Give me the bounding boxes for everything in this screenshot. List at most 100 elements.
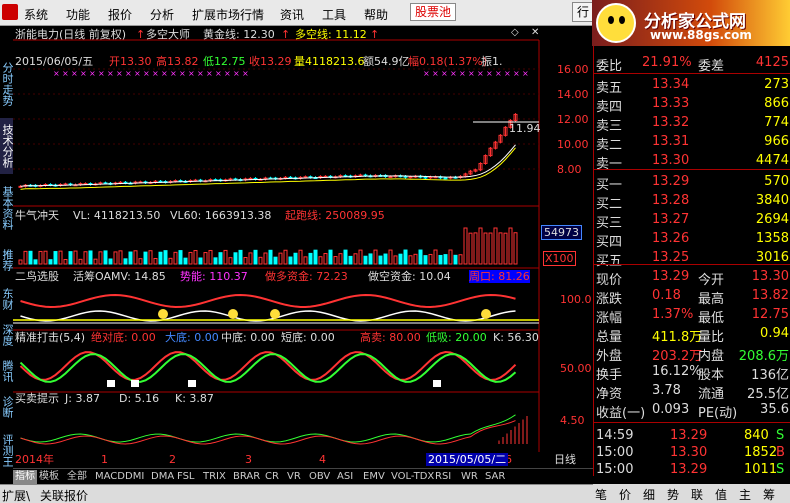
volume-bar xyxy=(118,250,123,265)
stat-label: 流通 xyxy=(698,387,725,402)
close-icon[interactable]: ✕ xyxy=(531,26,539,39)
indicator-tab-cr[interactable]: CR xyxy=(263,470,281,484)
volume-bar xyxy=(328,249,333,265)
menu-tools[interactable]: 工具 xyxy=(322,6,346,23)
tab-review[interactable]: 评测王 xyxy=(0,428,14,472)
diamond-icon[interactable]: ◇ xyxy=(511,26,519,39)
order-ratio-row[interactable]: 委比 21.91% 委差 4125 xyxy=(594,54,790,74)
ask-row[interactable]: 卖二 13.31 966 xyxy=(594,133,790,153)
tab-fundamentals[interactable]: 基本资料 xyxy=(0,180,14,236)
panel-tab-0[interactable]: 笔 xyxy=(595,486,607,503)
panel-divider xyxy=(594,169,790,170)
menu-analysis[interactable]: 分析 xyxy=(150,6,174,23)
menu-system[interactable]: 系统 xyxy=(24,6,48,23)
indicator-tab-模板[interactable]: 模板 xyxy=(37,470,61,484)
volume-bar xyxy=(373,249,378,265)
volume-bar xyxy=(308,252,313,265)
signal-marker: × xyxy=(504,69,511,78)
panel-tab-6[interactable]: 主 xyxy=(739,486,751,503)
indicator-tab-bar: 指标 模板 全部 MACD DMI DMA FSL TRIX BRAR CR VR OBV ASI EMV… xyxy=(13,468,593,484)
volume-bar xyxy=(188,251,193,265)
ask-row[interactable]: 卖三 13.32 774 xyxy=(594,114,790,134)
bid-row[interactable]: 买五 13.25 3016 xyxy=(594,249,790,269)
panel-tab-7[interactable]: 筹 xyxy=(763,486,775,503)
indicator-tab-指标[interactable]: 指标 xyxy=(13,470,37,484)
period-label[interactable]: 日线 xyxy=(554,453,576,466)
ind1-oamv: 活筹OAMV: 14.85 xyxy=(73,270,166,283)
stat-row[interactable]: 涨幅 1.37% 最低 12.75 xyxy=(594,306,790,326)
tab-intraday[interactable]: 分时走势 xyxy=(0,56,14,112)
volume-bar xyxy=(63,258,68,265)
signal-marker: × xyxy=(152,69,159,78)
stat-row[interactable]: 净资 3.78 流通 25.5亿 xyxy=(594,382,790,402)
order-diff-value: 4125 xyxy=(755,55,789,70)
indicator-tab-obv[interactable]: OBV xyxy=(307,470,332,484)
stat-row[interactable]: 收益(一) 0.093 PE(动) 35.6 xyxy=(594,401,790,421)
indicator-tab-dma[interactable]: DMA xyxy=(149,470,176,484)
tab-diagnose[interactable]: 诊断 xyxy=(0,392,14,422)
ind1-week: 周口: 81.26 xyxy=(469,270,530,283)
tab-depth[interactable]: 深度 xyxy=(0,320,14,350)
ind2-low-buy: 低吸: 20.00 xyxy=(426,331,487,344)
ind1-name: 二鸟选股 xyxy=(15,270,59,283)
volume-bar xyxy=(378,255,383,265)
indicator-tab-asi[interactable]: ASI xyxy=(335,470,355,484)
menu-extended-market[interactable]: 扩展市场行情 xyxy=(192,6,264,23)
panel-tab-4[interactable]: 联 xyxy=(691,486,703,503)
indicator-tab-vr[interactable]: VR xyxy=(285,470,303,484)
indicator-tab-trix[interactable]: TRIX xyxy=(201,470,228,484)
volume-bar xyxy=(298,249,303,265)
ask-row[interactable]: 卖四 13.33 866 xyxy=(594,95,790,115)
stat-label: 现价 xyxy=(596,273,623,288)
tick-row[interactable]: 15:00 13.29 1011 S xyxy=(594,461,790,480)
tab-eastmoney[interactable]: 东财 xyxy=(0,284,14,314)
signal-marker: × xyxy=(53,69,60,78)
ind3-d: D: 5.16 xyxy=(119,392,160,405)
indicator-tab-wr[interactable]: WR xyxy=(459,470,480,484)
stat-row[interactable]: 涨跌 0.18 最高 13.82 xyxy=(594,287,790,307)
indicator-tab-dmi[interactable]: DMI xyxy=(123,470,146,484)
panel-tab-2[interactable]: 细 xyxy=(643,486,655,503)
stat-row[interactable]: 现价 13.29 今开 13.30 xyxy=(594,268,790,288)
indicator-tab-rsi[interactable]: RSI xyxy=(433,470,453,484)
menu-quote[interactable]: 报价 xyxy=(108,6,132,23)
ask-row[interactable]: 卖五 13.34 273 xyxy=(594,76,790,96)
volume-bar xyxy=(198,257,203,265)
status-expand[interactable]: 扩展\ xyxy=(2,487,30,503)
indicator-tab-fsl[interactable]: FSL xyxy=(175,470,197,484)
smiley-icon xyxy=(481,309,491,319)
bid-row[interactable]: 买三 13.27 2694 xyxy=(594,211,790,231)
panel-tab-1[interactable]: 价 xyxy=(619,486,631,503)
stat-row[interactable]: 总量 411.8万 量比 0.94 xyxy=(594,325,790,345)
tab-tencent[interactable]: 腾讯 xyxy=(0,356,14,386)
panel-tab-3[interactable]: 势 xyxy=(667,486,679,503)
bid-row[interactable]: 买一 13.29 570 xyxy=(594,173,790,193)
chart-canvas[interactable]: × × × × × × × × × × × × × × × × × × × × × × × × × × × × × × × × × × xyxy=(13,26,593,452)
tick-time: 15:00 xyxy=(596,445,634,460)
menu-function[interactable]: 功能 xyxy=(66,6,90,23)
ind2-mid-bottom: 中底: 0.00 xyxy=(221,331,275,344)
menu-stock-pool[interactable]: 股票池 xyxy=(410,3,457,21)
volume-bar xyxy=(28,250,33,265)
kline-chart-area[interactable]: × × × × × × × × × × × × × × × × × × × × × × × × × × × × × × × × × × 浙能电力(… xyxy=(13,26,593,452)
volume-bar xyxy=(478,227,483,265)
status-linked-quote[interactable]: 关联报价 xyxy=(40,487,88,503)
tab-recommend[interactable]: 推荐 xyxy=(0,240,14,280)
quote-toggle-button[interactable]: 行 xyxy=(572,2,594,22)
indicator-tab-emv[interactable]: EMV xyxy=(361,470,387,484)
panel-tab-5[interactable]: 值 xyxy=(715,486,727,503)
bid-row[interactable]: 买四 13.26 1358 xyxy=(594,230,790,250)
indicator-tab-macd[interactable]: MACD xyxy=(93,470,127,484)
indicator-tab-sar[interactable]: SAR xyxy=(483,470,507,484)
indicator-tab-brar[interactable]: BRAR xyxy=(231,470,262,484)
bid-row[interactable]: 买二 13.28 3840 xyxy=(594,192,790,212)
stat-row[interactable]: 换手 16.12% 股本 136亿 xyxy=(594,363,790,383)
menu-help[interactable]: 帮助 xyxy=(364,6,388,23)
indicator-tab-vol-tdx[interactable]: VOL-TDX xyxy=(389,470,436,484)
indicator-tab-全部[interactable]: 全部 xyxy=(65,470,89,484)
stat-row[interactable]: 外盘 203.2万 内盘 208.6万 xyxy=(594,344,790,364)
tab-technical[interactable]: 技术分析 xyxy=(0,118,14,174)
menu-news[interactable]: 资讯 xyxy=(280,6,304,23)
ask-volume: 866 xyxy=(764,96,789,111)
time-axis[interactable]: 2014年 1 2 3 4 5 6 2015/05/05/二 日线 xyxy=(13,452,593,468)
